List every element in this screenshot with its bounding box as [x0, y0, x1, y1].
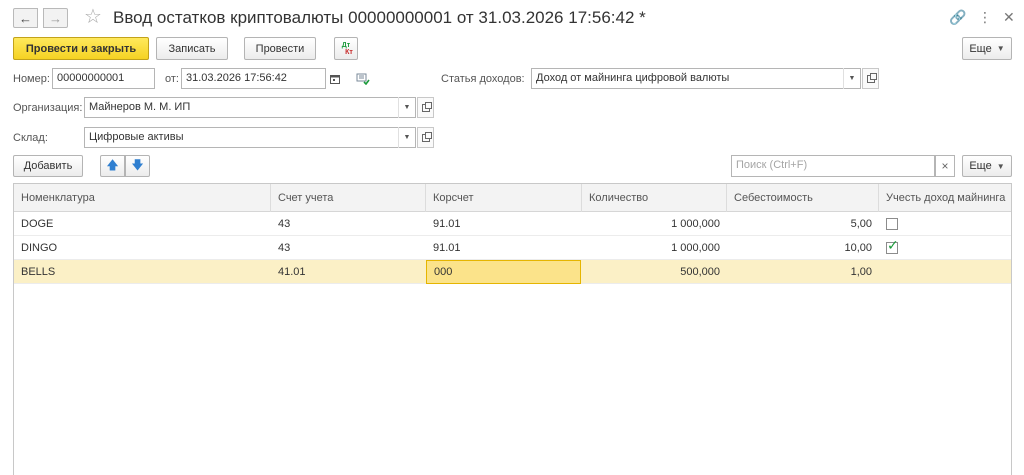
arrow-up-icon: 🡅	[106, 157, 119, 172]
check-mark-icon: ✓	[887, 237, 899, 253]
post-button[interactable]: Провести	[244, 37, 316, 60]
income-item-open-icon[interactable]	[862, 68, 879, 89]
cell-quantity[interactable]: 1 000,000	[582, 212, 727, 236]
forward-button[interactable]: →	[43, 8, 68, 28]
warehouse-dropdown-icon[interactable]: ▼	[398, 127, 415, 148]
income-item-label: Статья доходов:	[441, 73, 525, 85]
arrow-down-icon: 🡇	[131, 157, 144, 172]
cell-corr-account-active[interactable]: 000	[426, 260, 581, 284]
cell-corr-account[interactable]: 91.01	[426, 212, 582, 236]
cell-item[interactable]: DOGE	[14, 212, 271, 236]
back-button[interactable]: ←	[13, 8, 38, 28]
mining-income-checkbox[interactable]	[886, 218, 898, 230]
chevron-down-icon: ▼	[996, 44, 1005, 53]
date-label: от:	[165, 73, 179, 85]
table-header: Номенклатура Счет учета Корсчет Количест…	[14, 184, 1011, 212]
cell-cost[interactable]: 5,00	[727, 212, 879, 236]
search-input[interactable]: Поиск (Ctrl+F)	[731, 155, 935, 177]
cell-account[interactable]: 43	[271, 212, 426, 236]
column-header-cost[interactable]: Себестоимость	[727, 184, 879, 212]
income-item-field[interactable]: Доход от майнинга цифровой валюты	[531, 68, 861, 89]
column-header-corr-account[interactable]: Корсчет	[426, 184, 582, 212]
cell-cost[interactable]: 1,00	[727, 260, 879, 284]
more-button[interactable]: Еще ▼	[962, 37, 1012, 60]
cell-item[interactable]: BELLS	[14, 260, 271, 284]
cell-corr-account[interactable]: 91.01	[426, 236, 582, 260]
favorite-star-icon[interactable]: ☆	[84, 5, 102, 29]
table-row-selected[interactable]: BELLS 41.01 000 500,000 1,00	[14, 260, 1011, 284]
table-more-button[interactable]: Еще ▼	[962, 155, 1012, 177]
dt-kt-icon-bottom: Кт	[345, 48, 353, 56]
warehouse-field[interactable]: Цифровые активы	[84, 127, 416, 148]
calendar-icon[interactable]	[326, 68, 343, 89]
move-up-button[interactable]: 🡅	[100, 155, 125, 177]
balances-table[interactable]: Номенклатура Счет учета Корсчет Количест…	[13, 183, 1012, 475]
arrow-left-icon: ←	[19, 10, 32, 26]
cell-quantity[interactable]: 1 000,000	[582, 236, 727, 260]
clear-icon: ×	[941, 159, 949, 173]
cell-account[interactable]: 41.01	[271, 260, 426, 284]
column-header-mining-income[interactable]: Учесть доход майнинга	[879, 184, 1013, 212]
link-icon[interactable]: 🔗	[949, 9, 966, 25]
arrow-right-icon: →	[49, 10, 62, 26]
table-row[interactable]: DOGE 43 91.01 1 000,000 5,00	[14, 212, 1011, 236]
menu-dots-icon[interactable]: ⋮	[978, 9, 992, 25]
organization-field[interactable]: Майнеров М. М. ИП	[84, 97, 416, 118]
cell-cost[interactable]: 10,00	[727, 236, 879, 260]
post-and-close-button[interactable]: Провести и закрыть	[13, 37, 149, 60]
column-header-account[interactable]: Счет учета	[271, 184, 426, 212]
number-label: Номер:	[13, 73, 50, 85]
title-bar: ← → ☆ Ввод остатков криптовалюты 0000000…	[0, 0, 1024, 36]
add-row-button[interactable]: Добавить	[13, 155, 83, 177]
organization-open-icon[interactable]	[417, 97, 434, 118]
table-more-label: Еще	[969, 160, 992, 172]
move-down-button[interactable]: 🡇	[125, 155, 150, 177]
date-field[interactable]: 31.03.2026 17:56:42	[181, 68, 326, 89]
save-button[interactable]: Записать	[156, 37, 228, 60]
window-title: Ввод остатков криптовалюты 00000000001 о…	[113, 8, 646, 27]
table-row[interactable]: DINGO 43 91.01 1 000,000 10,00 ✓	[14, 236, 1011, 260]
organization-dropdown-icon[interactable]: ▼	[398, 97, 415, 118]
organization-label: Организация:	[13, 102, 83, 114]
search-clear-button[interactable]: ×	[935, 155, 955, 177]
warehouse-open-icon[interactable]	[417, 127, 434, 148]
cell-quantity[interactable]: 500,000	[582, 260, 727, 284]
document-status-icon[interactable]	[354, 68, 371, 89]
dt-kt-button[interactable]: Дт Кт	[334, 37, 358, 60]
cell-item[interactable]: DINGO	[14, 236, 271, 260]
more-button-label: Еще	[969, 42, 992, 55]
cell-account[interactable]: 43	[271, 236, 426, 260]
column-header-item[interactable]: Номенклатура	[14, 184, 271, 212]
number-field[interactable]: 00000000001	[52, 68, 155, 89]
mining-income-checkbox[interactable]: ✓	[886, 238, 899, 254]
chevron-down-icon: ▼	[996, 161, 1005, 171]
close-icon[interactable]: ✕	[1003, 9, 1015, 25]
income-item-dropdown-icon[interactable]: ▼	[843, 68, 860, 89]
warehouse-label: Склад:	[13, 132, 48, 144]
column-header-quantity[interactable]: Количество	[582, 184, 727, 212]
dt-kt-icon-top: Дт	[341, 41, 351, 49]
